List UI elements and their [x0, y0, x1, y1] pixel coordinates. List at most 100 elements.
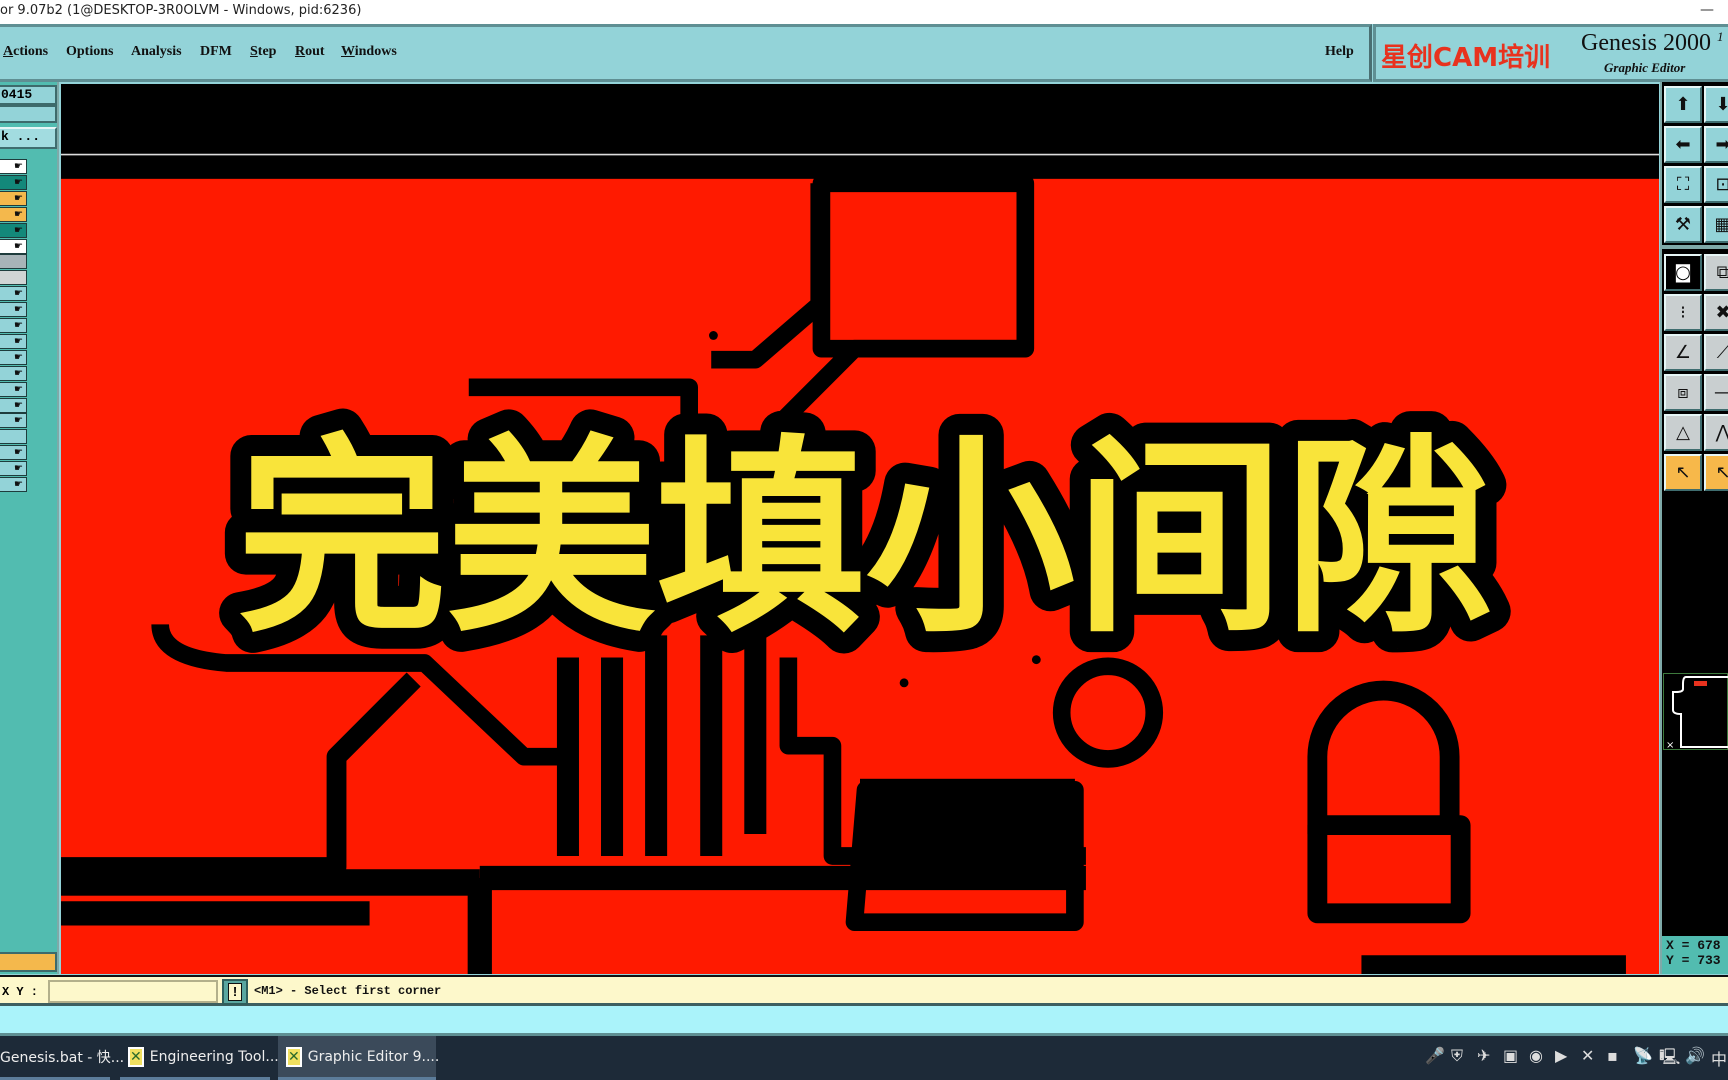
snap-button[interactable]: ◙	[1664, 254, 1702, 291]
line-angle-button[interactable]: ∠	[1664, 334, 1702, 371]
hand-icon: ☛	[14, 399, 23, 411]
triangle-button[interactable]: △	[1664, 414, 1702, 451]
layer-panel: 0415 k ... ☛ ☛ ☛ ☛ ☛ ☛ ☛ ☛ ☛ ☛ ☛ ☛ ☛ ☛ ☛ ☛ ☛ ☛	[0, 82, 59, 974]
tray-icon[interactable]: 🖳	[1659, 1046, 1680, 1073]
app-name: Genesis 2000	[1581, 30, 1711, 56]
window-title: or 9.07b2 (1@DESKTOP-3R0OLVM - Windows, …	[0, 3, 362, 18]
layer-row[interactable]	[0, 429, 27, 445]
layer-panel-footer[interactable]	[0, 952, 57, 972]
layer-row[interactable]: ☛	[0, 381, 27, 397]
menu-help[interactable]: Help	[1325, 44, 1354, 60]
layer-row[interactable]: ☛	[0, 333, 27, 349]
select-box-button[interactable]: ↖	[1704, 454, 1728, 491]
measure-tool-button[interactable]: ⚒	[1664, 206, 1702, 243]
hand-icon: ☛	[14, 192, 23, 204]
hand-icon: ☛	[14, 161, 23, 172]
connect-button[interactable]: ⁝	[1664, 294, 1702, 331]
pan-right-button[interactable]: ➡	[1704, 126, 1728, 163]
layer-row[interactable]	[0, 270, 27, 286]
solid-pad	[860, 778, 1075, 868]
layer-row[interactable]: ☛	[0, 159, 27, 174]
tray-icon[interactable]: ▶	[1555, 1046, 1567, 1065]
right-toolbar: ⬆⬇⬅➡⛶⊡⚒▦◙⧉⁝✖∠⟋⧈—△⋀↖↖	[1660, 82, 1728, 974]
tray-icon[interactable]: 🔊	[1685, 1046, 1705, 1065]
job-name-field[interactable]: 0415	[0, 85, 57, 105]
menu-label: ctions	[13, 44, 49, 59]
minimize-button[interactable]: —	[1700, 2, 1714, 18]
layer-row[interactable]: ☛	[0, 461, 27, 477]
layer-row[interactable]	[0, 254, 27, 270]
select-arrow-button[interactable]: ↖	[1664, 454, 1702, 491]
delete-point-button[interactable]: ✖	[1704, 294, 1728, 331]
menu-options[interactable]: Options	[66, 44, 113, 60]
layer-row[interactable]: ☛	[0, 238, 27, 254]
taskbar-item-engineering-toolkit[interactable]: ✕ Engineering Tool...	[120, 1036, 279, 1080]
hand-icon: ☛	[14, 447, 23, 459]
layer-row[interactable]: ☛	[0, 318, 27, 333]
command-line: X Y : ! <M1> - Select first corner	[0, 975, 1728, 1006]
line-mid-button[interactable]: —	[1704, 374, 1728, 411]
zoom-fit-button[interactable]: ⛶	[1664, 166, 1702, 203]
step-button[interactable]: k ...	[0, 127, 57, 149]
layer-row[interactable]: ☛	[0, 302, 27, 318]
graphic-canvas[interactable]: 完美填小间隙	[61, 84, 1659, 974]
hand-icon: ☛	[14, 367, 23, 379]
brand-header: 星创CAM培训 Genesis 2000 1 Graphic Editor	[1373, 24, 1728, 82]
layer-row[interactable]: ☛	[0, 174, 27, 190]
layer-row[interactable]: ☛	[0, 286, 27, 302]
layer-row[interactable]: ☛	[0, 190, 27, 206]
tray-icon[interactable]: 📡	[1633, 1046, 1653, 1065]
pan-down-button[interactable]: ⬇	[1704, 86, 1728, 123]
layer-row[interactable]: ☛	[0, 365, 27, 381]
zoom-center-button[interactable]: ⊡	[1704, 166, 1728, 203]
line-draw-button[interactable]: ⟋	[1704, 334, 1728, 371]
tray-icon[interactable]: ▪	[1607, 1046, 1618, 1065]
layer-row[interactable]: ☛	[0, 349, 27, 365]
menu-windows[interactable]: Windows	[341, 44, 397, 60]
menu-analysis[interactable]: Analysis	[131, 44, 182, 60]
layer-row[interactable]: ☛	[0, 397, 27, 413]
toolbar-divider	[1662, 245, 1728, 249]
tray-icon[interactable]: 🎤	[1425, 1046, 1445, 1065]
tray-icon[interactable]: ✈	[1477, 1046, 1490, 1065]
taskbar-item-graphic-editor[interactable]: ✕ Graphic Editor 9....	[278, 1036, 439, 1080]
menu-actions[interactable]: Actions	[3, 44, 48, 60]
app-subtitle: Graphic Editor	[1604, 60, 1686, 75]
tray-icon[interactable]: ⛨	[1451, 1046, 1463, 1066]
menu-step[interactable]: Step	[250, 44, 276, 60]
layer-row[interactable]: ☛	[0, 413, 27, 429]
tray-icon[interactable]: ▣	[1503, 1046, 1518, 1065]
step-name-field[interactable]	[0, 105, 57, 123]
pan-up-button[interactable]: ⬆	[1664, 86, 1702, 123]
add-shape-button[interactable]: ⧉	[1704, 254, 1728, 291]
tray-icon[interactable]: ✕	[1581, 1046, 1594, 1065]
taskbar-item-genesis-bat[interactable]: Genesis.bat - 快...	[0, 1036, 124, 1080]
pan-left-button[interactable]: ⬅	[1664, 126, 1702, 163]
xy-input[interactable]	[48, 980, 218, 1003]
taskbar-label: Graphic Editor 9....	[307, 1048, 440, 1065]
via	[899, 678, 909, 688]
hand-icon: ☛	[14, 463, 23, 475]
execute-button[interactable]: !	[222, 979, 248, 1005]
menu-mnemonic: W	[341, 44, 355, 59]
y-coordinate: Y = 733	[1666, 953, 1721, 968]
window-titlebar: or 9.07b2 (1@DESKTOP-3R0OLVM - Windows, …	[0, 0, 1728, 24]
menu-rout[interactable]: Rout	[295, 44, 325, 60]
menu-mnemonic: A	[3, 44, 14, 59]
layer-row[interactable]: ☛	[0, 206, 27, 222]
hand-icon: ☛	[14, 208, 23, 220]
layer-row[interactable]: ☛	[0, 445, 27, 461]
tray-icon[interactable]: ◉	[1529, 1046, 1543, 1065]
hand-icon: ☛	[14, 288, 23, 300]
pcb-drawing: 完美填小间隙	[61, 153, 1659, 974]
grid-button[interactable]: ▦	[1704, 206, 1728, 243]
layer-row[interactable]: ☛	[0, 477, 27, 492]
minimap[interactable]: ×	[1663, 673, 1728, 751]
tray-icon[interactable]: 中	[1711, 1046, 1727, 1070]
menu-dfm[interactable]: DFM	[200, 44, 232, 60]
solid-pad	[1361, 955, 1626, 974]
move-pad-button[interactable]: ⧈	[1664, 374, 1702, 411]
hand-icon: ☛	[14, 351, 23, 363]
layer-row[interactable]: ☛	[0, 222, 27, 238]
peak-button[interactable]: ⋀	[1704, 414, 1728, 451]
